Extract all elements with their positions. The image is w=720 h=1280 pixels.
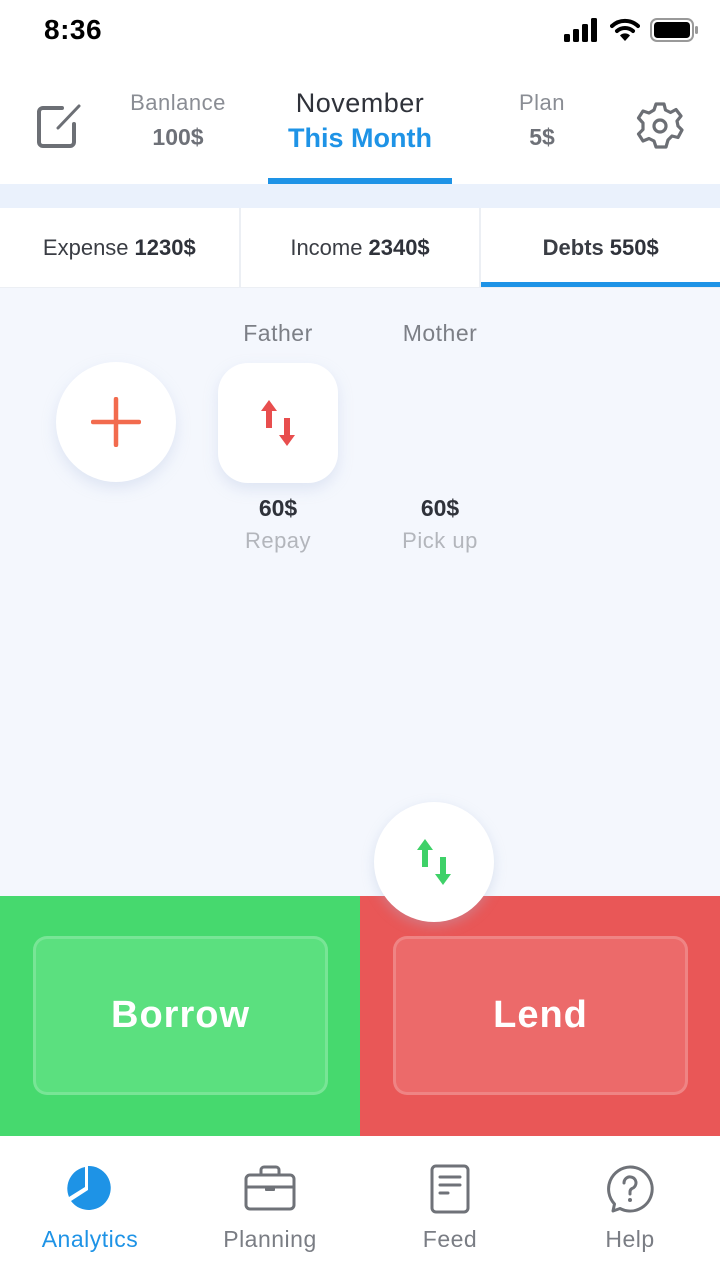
nav-analytics-label: Analytics — [41, 1226, 139, 1252]
tab-debts-label: Debts — [542, 234, 604, 260]
person-name: Mother — [402, 320, 478, 346]
month-name: November — [295, 88, 425, 118]
nav-planning[interactable]: Planning — [180, 1136, 360, 1280]
person-debt-tile[interactable] — [380, 363, 500, 483]
edit-icon — [37, 104, 81, 148]
header-divider — [0, 184, 720, 208]
person-action: Repay — [244, 528, 312, 553]
status-bar: 8:36 — [0, 0, 720, 62]
plan-label: Plan — [518, 90, 566, 115]
balance-value: 100$ — [152, 124, 204, 150]
tab-expense[interactable]: Expense 1230$ — [0, 208, 239, 287]
pie-chart-icon — [67, 1165, 111, 1210]
status-icons — [564, 18, 698, 42]
balance-label: Banlance — [130, 90, 226, 115]
debt-person: Mother 60$ Pick up — [370, 320, 510, 554]
edit-button[interactable] — [34, 100, 86, 152]
battery-icon — [650, 18, 698, 42]
month-selector[interactable]: November This Month — [268, 88, 452, 154]
tab-active-indicator — [481, 282, 720, 287]
gear-icon — [636, 102, 684, 149]
nav-help-label: Help — [605, 1226, 655, 1252]
tab-debts-value: 550$ — [609, 234, 659, 260]
signal-icon — [564, 18, 597, 42]
borrow-button[interactable]: Borrow — [33, 936, 328, 1095]
status-time: 8:36 — [44, 14, 103, 45]
debt-person: Father 60$ Repay — [208, 320, 348, 554]
balance-stat[interactable]: Banlance 100$ — [118, 90, 238, 151]
wifi-icon — [610, 18, 640, 41]
plan-value: 5$ — [529, 124, 555, 150]
person-amount: 60$ — [258, 495, 298, 521]
tab-income-label: Income — [290, 234, 363, 260]
person-name: Father — [243, 320, 313, 346]
tab-expense-value: 1230$ — [134, 234, 196, 260]
person-amount: 60$ — [420, 495, 460, 521]
plus-icon — [91, 397, 141, 447]
tab-income[interactable]: Income 2340$ — [238, 208, 480, 287]
category-tabs: Expense 1230$ Income 2340$ Debts 550$ — [0, 208, 720, 288]
swap-arrows-icon — [261, 400, 295, 446]
plan-stat[interactable]: Plan 5$ — [492, 90, 592, 151]
swap-arrows-icon — [417, 839, 451, 885]
nav-feed-label: Feed — [422, 1226, 478, 1252]
help-bubble-icon — [607, 1165, 654, 1213]
month-period: This Month — [288, 123, 432, 153]
person-debt-tile[interactable] — [218, 363, 338, 483]
lend-button[interactable]: Lend — [393, 936, 688, 1095]
header: Banlance 100$ November This Month Plan 5… — [0, 62, 720, 184]
borrow-panel: Borrow — [0, 896, 360, 1136]
add-debt-button[interactable] — [56, 362, 176, 482]
tab-expense-label: Expense — [42, 234, 129, 260]
bottom-nav: Analytics Planning Feed Help — [0, 1136, 720, 1280]
person-action: Pick up — [402, 528, 478, 553]
briefcase-icon — [244, 1165, 296, 1211]
settings-button[interactable] — [634, 100, 686, 152]
lend-panel: Lend — [360, 896, 720, 1136]
document-icon — [430, 1164, 470, 1214]
nav-analytics[interactable]: Analytics — [0, 1136, 180, 1280]
nav-planning-label: Planning — [223, 1226, 317, 1252]
tab-debts[interactable]: Debts 550$ — [479, 208, 720, 287]
nav-help[interactable]: Help — [540, 1136, 720, 1280]
tab-income-value: 2340$ — [368, 234, 430, 260]
nav-feed[interactable]: Feed — [360, 1136, 540, 1280]
swap-button[interactable] — [374, 802, 494, 922]
